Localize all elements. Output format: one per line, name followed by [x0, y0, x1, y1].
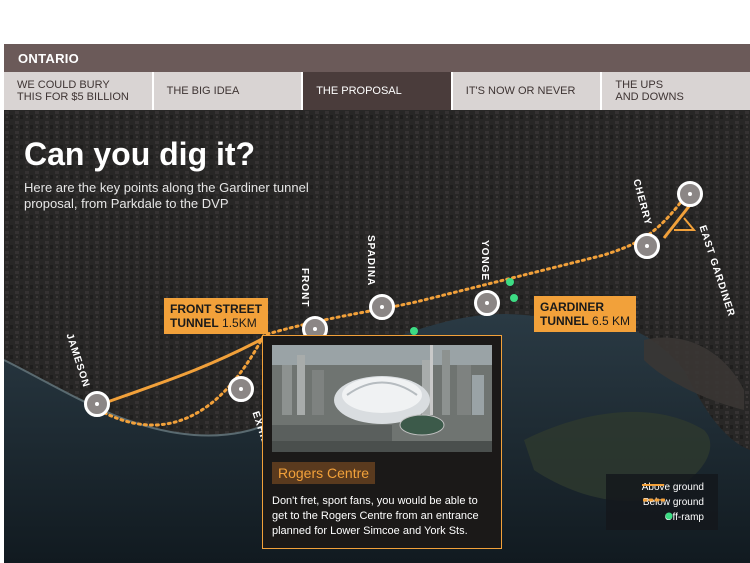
stop-yonge[interactable] [474, 290, 500, 316]
aerial-map: Can you dig it? Here are the key points … [4, 110, 750, 563]
map-subhead: Here are the key points along the Gardin… [24, 180, 309, 211]
offramp-swatch [665, 512, 673, 520]
section-header: ONTARIO [4, 44, 750, 72]
tab-proposal[interactable]: THE PROPOSAL [303, 72, 453, 110]
map-headline: Can you dig it? [24, 136, 256, 172]
above-ground-swatch [641, 484, 664, 486]
tab-ups-downs-label-2: AND DOWNS [615, 91, 684, 103]
tab-big-idea-label: THE BIG IDEA [166, 85, 240, 97]
tab-now-or-never-label: IT'S NOW OR NEVER [465, 85, 576, 97]
stop-jameson[interactable] [84, 391, 110, 417]
tab-bury-label-2: THIS FOR $5 BILLION [17, 91, 129, 103]
tab-bury-label-1: WE COULD BURY [17, 79, 110, 91]
front-tunnel-length: 1.5KM [222, 316, 257, 330]
stop-east-gardiner[interactable] [677, 181, 703, 207]
stop-exhibition[interactable] [228, 376, 254, 402]
street-label-spadina: SPADINA [365, 235, 376, 287]
tab-proposal-label: THE PROPOSAL [316, 85, 402, 97]
legend-row-above: Above ground [641, 482, 710, 493]
tab-ups-downs-label-1: THE UPS [615, 79, 664, 91]
tab-bury[interactable]: WE COULD BURY THIS FOR $5 BILLION [4, 72, 154, 110]
legend-row-below: Below ground [642, 497, 710, 508]
gardiner-tunnel-name-1: GARDINER [540, 300, 605, 314]
route-legend: Above ground Below ground Off-ramp [606, 474, 718, 530]
tab-now-or-never[interactable]: IT'S NOW OR NEVER [453, 72, 603, 110]
gardiner-tunnel-label: GARDINER TUNNEL 6.5 KM [534, 296, 637, 332]
popup-title: Rogers Centre [272, 462, 376, 484]
stop-cherry[interactable] [634, 233, 660, 259]
stop-spadina[interactable] [369, 294, 395, 320]
tab-bar: WE COULD BURY THIS FOR $5 BILLION THE BIG… [4, 72, 750, 110]
gardiner-tunnel-name-2: TUNNEL [540, 314, 589, 328]
front-tunnel-name-2: TUNNEL [170, 316, 219, 330]
street-label-front: FRONT [299, 268, 310, 308]
tab-big-idea[interactable]: THE BIG IDEA [154, 72, 304, 110]
section-title: ONTARIO [18, 51, 80, 66]
street-label-yonge: YONGE [479, 240, 490, 282]
rogers-centre-popup[interactable]: Rogers Centre Don't fret, sport fans, yo… [262, 335, 502, 549]
gardiner-tunnel-length: 6.5 KM [592, 314, 631, 328]
tab-ups-downs[interactable]: THE UPS AND DOWNS [602, 72, 750, 110]
legend-row-offramp: Off-ramp [665, 512, 710, 523]
front-tunnel-label: FRONT STREET TUNNEL 1.5KM [164, 298, 268, 334]
popup-text: Don't fret, sport fans, you would be abl… [272, 495, 479, 537]
rogers-centre-photo [272, 345, 492, 452]
front-tunnel-name-1: FRONT STREET [170, 302, 262, 316]
below-ground-swatch [642, 498, 665, 502]
